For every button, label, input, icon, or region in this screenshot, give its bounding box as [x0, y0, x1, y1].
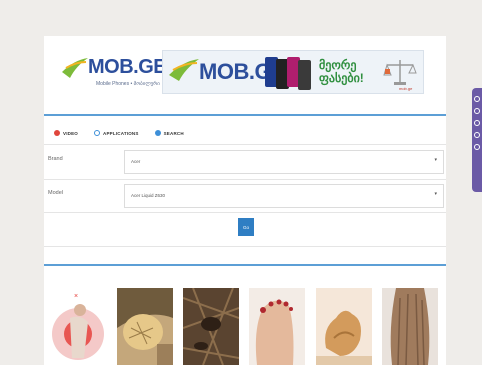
banner-swoosh-icon	[169, 59, 199, 81]
model-select[interactable]: Acer Liquid Z630 ▾	[124, 184, 444, 208]
heel-image	[117, 288, 173, 365]
side-share-widget[interactable]	[472, 88, 482, 192]
brand-select-value: Acer	[131, 159, 141, 164]
tab-video[interactable]: VIDEO	[54, 130, 78, 136]
chevron-down-icon: ▾	[434, 157, 437, 163]
site-logo[interactable]: MOB.GE Mobile Phones • მობილური	[60, 50, 178, 94]
brand-label: Brand	[48, 156, 63, 162]
thumbnail-woman-back-pain[interactable]: ×	[50, 288, 106, 365]
share-icon[interactable]	[474, 96, 480, 102]
tab-bar: VIDEO APPLICATIONS SEARCH	[54, 127, 200, 139]
foot-image	[249, 288, 305, 365]
banner-slogan: მეორე ფასები!	[319, 58, 364, 85]
applications-icon	[94, 130, 101, 136]
share-icon[interactable]	[474, 108, 480, 114]
tab-applications[interactable]: APPLICATIONS	[94, 130, 139, 136]
share-icon[interactable]	[474, 120, 480, 126]
thumbnail-pests[interactable]	[183, 288, 239, 365]
form-divider	[44, 179, 446, 180]
hair-image	[382, 288, 438, 365]
thumbnail-heel-skin[interactable]	[117, 288, 173, 365]
woman-image: ×	[50, 288, 106, 365]
thumbnail-foot[interactable]	[249, 288, 305, 365]
model-row: Model Acer Liquid Z630 ▾	[44, 184, 446, 208]
content-divider	[44, 264, 446, 266]
scale-icon	[383, 60, 417, 85]
page-container: MOB.GE Mobile Phones • მობილური MOB.GE მ…	[44, 36, 446, 365]
pests-image	[183, 288, 239, 365]
brand-select[interactable]: Acer ▾	[124, 150, 444, 174]
share-icon[interactable]	[474, 144, 480, 150]
logo-swoosh-icon	[62, 58, 88, 78]
form-divider	[44, 212, 446, 213]
svg-text:×: ×	[74, 293, 78, 300]
thumbnail-ginger[interactable]	[316, 288, 372, 365]
logo-tagline: Mobile Phones • მობილური	[96, 81, 160, 87]
thumbnail-hair[interactable]	[382, 288, 438, 365]
tab-search[interactable]: SEARCH	[154, 130, 184, 136]
share-icon[interactable]	[474, 132, 480, 138]
banner-dots	[169, 85, 193, 93]
model-label: Model	[48, 190, 63, 196]
ginger-image	[316, 288, 372, 365]
tab-label: VIDEO	[63, 130, 79, 136]
chevron-down-icon: ▾	[434, 191, 437, 197]
banner-phones-image	[265, 57, 313, 91]
banner-footer-text: mob.ge	[399, 86, 413, 91]
tab-label: APPLICATIONS	[103, 130, 139, 136]
header-banner-ad[interactable]: MOB.GE მეორე ფასები! mob.ge	[162, 50, 424, 94]
tab-label: SEARCH	[163, 130, 184, 136]
model-select-value: Acer Liquid Z630	[131, 193, 166, 198]
go-button[interactable]: Go	[238, 218, 254, 236]
video-icon	[54, 130, 60, 136]
brand-row: Brand Acer ▾	[44, 150, 446, 174]
tabs-divider	[44, 144, 446, 145]
form-bottom-divider	[44, 246, 446, 247]
logo-text: MOB.GE	[88, 56, 167, 78]
header-divider	[44, 114, 446, 116]
search-icon	[154, 130, 161, 136]
site-header: MOB.GE Mobile Phones • მობილური MOB.GE მ…	[44, 36, 446, 114]
